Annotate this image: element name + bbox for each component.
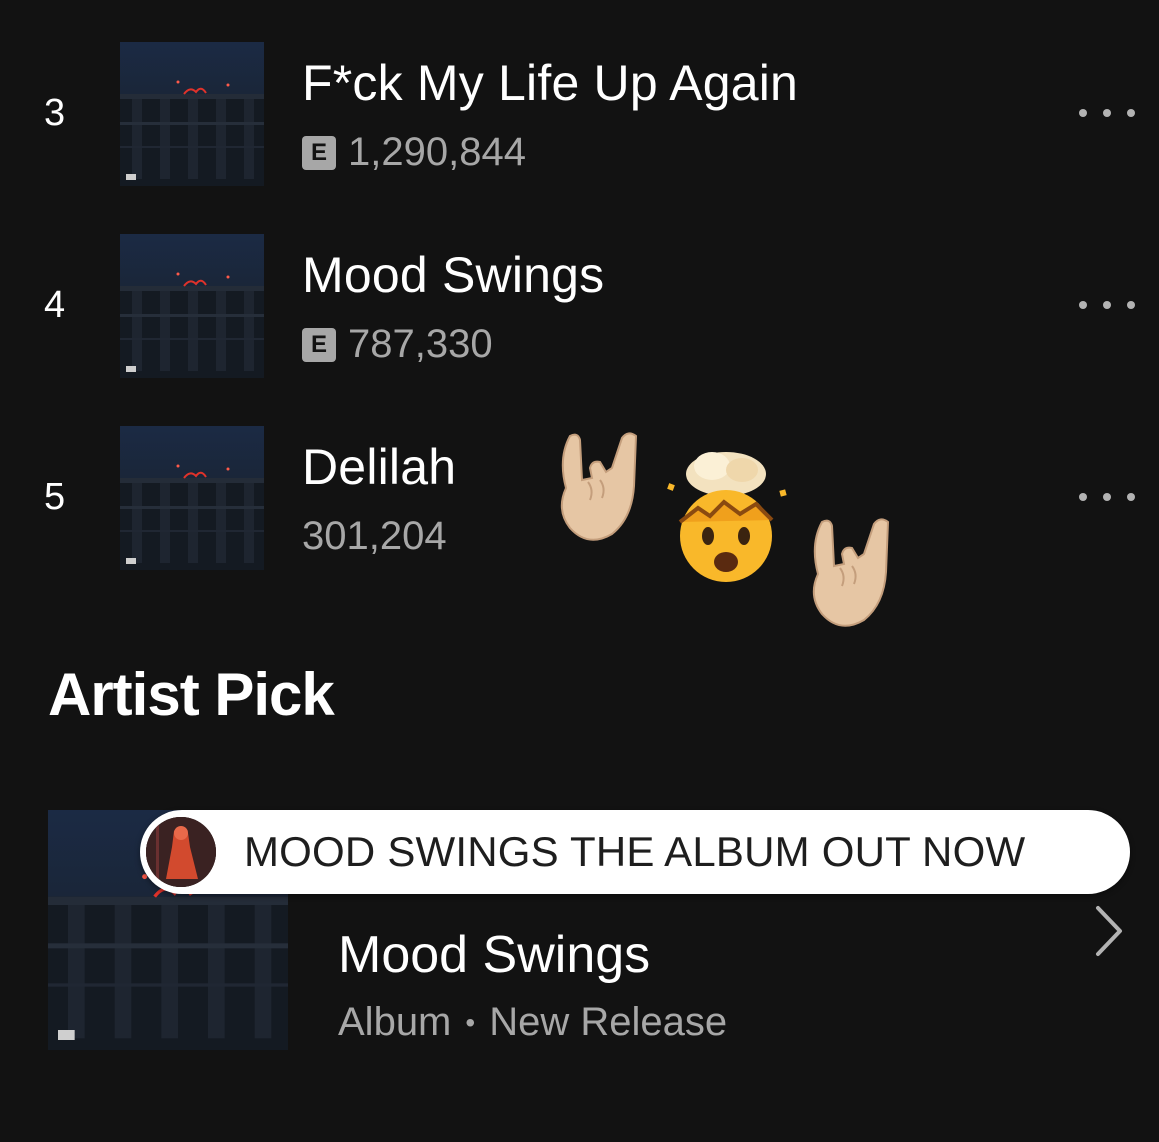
sign-of-the-horns-icon — [812, 518, 890, 627]
artist-pick-type: Album — [338, 1000, 452, 1044]
explicit-badge: E — [302, 327, 336, 362]
artist-pick-message-bubble: MOOD SWINGS THE ALBUM OUT NOW — [140, 810, 1130, 894]
artist-avatar — [146, 817, 216, 887]
artist-pick-status: New Release — [489, 1000, 728, 1044]
track-row[interactable]: 4 Mood Swings E 787,330 — [0, 232, 1159, 382]
track-play-count: 301,204 — [302, 514, 447, 558]
track-play-count: 787,330 — [348, 322, 493, 366]
explicit-badge: E — [302, 135, 336, 170]
section-title-artist-pick: Artist Pick — [48, 661, 335, 728]
more-options-button[interactable] — [1079, 98, 1135, 128]
track-cover-art — [120, 426, 264, 570]
track-row[interactable]: 3 F*ck My Life Up Again E 1,290,844 — [0, 40, 1159, 190]
more-options-button[interactable] — [1079, 290, 1135, 320]
track-number: 4 — [44, 284, 66, 326]
separator-dot: • — [465, 1006, 476, 1038]
exploding-head-icon — [667, 452, 787, 582]
track-title: Mood Swings — [302, 247, 605, 303]
track-play-count: 1,290,844 — [348, 130, 526, 174]
track-title: F*ck My Life Up Again — [302, 55, 799, 111]
artist-pick-title[interactable]: Mood Swings — [338, 925, 650, 985]
more-options-button[interactable] — [1079, 482, 1135, 512]
artist-pick-message: MOOD SWINGS THE ALBUM OUT NOW — [244, 828, 1026, 875]
track-cover-art — [120, 42, 264, 186]
track-meta: E 787,330 — [302, 322, 493, 367]
track-meta: E 1,290,844 — [302, 130, 526, 175]
track-meta: 301,204 — [302, 514, 447, 559]
artist-pick-subtitle: Album • New Release — [338, 1000, 727, 1045]
track-title: Delilah — [302, 439, 457, 495]
sign-of-the-horns-icon — [560, 432, 638, 541]
track-number: 3 — [44, 92, 66, 134]
track-number: 5 — [44, 476, 66, 518]
chevron-right-icon[interactable] — [1088, 902, 1128, 960]
track-cover-art — [120, 234, 264, 378]
